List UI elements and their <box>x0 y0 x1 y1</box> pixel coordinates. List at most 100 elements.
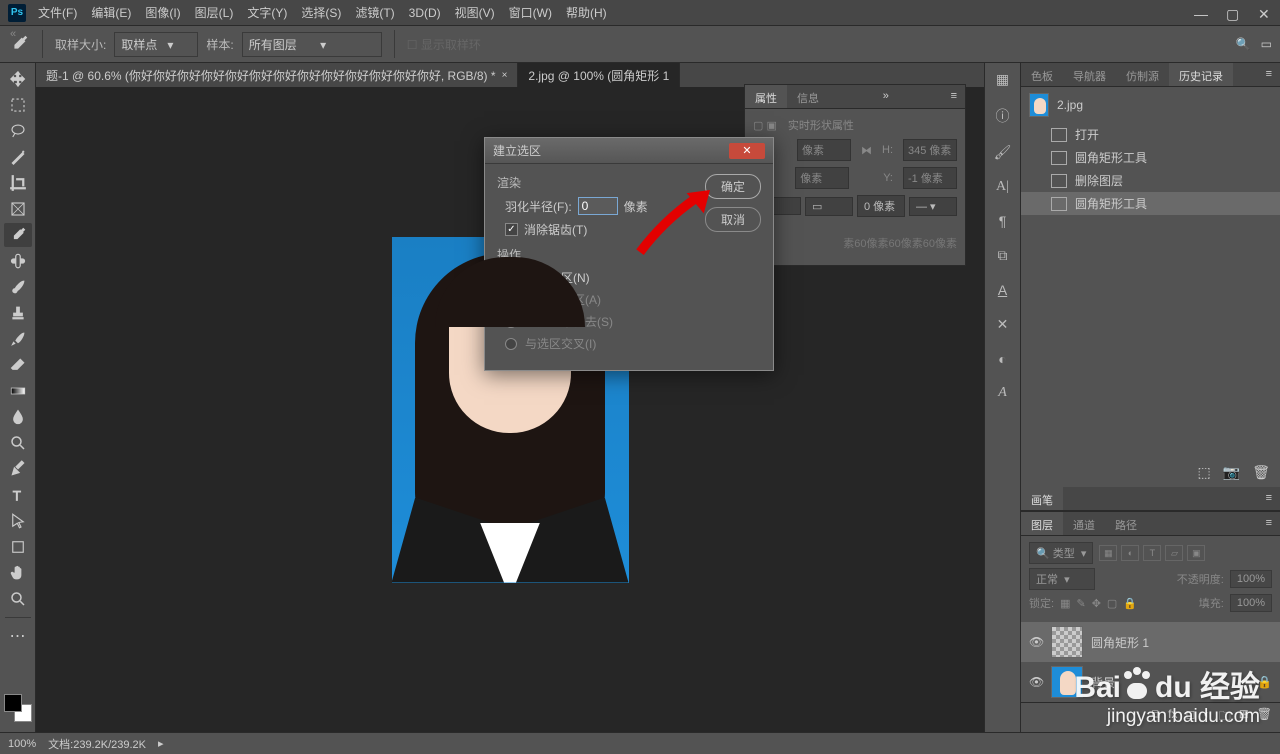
brush-tool[interactable] <box>4 275 32 299</box>
shape-tool[interactable] <box>4 535 32 559</box>
panel-menu-icon[interactable]: ≡ <box>1258 63 1280 86</box>
menu-3d[interactable]: 3D(D) <box>409 6 441 20</box>
tab-close-icon[interactable]: × <box>502 70 508 81</box>
minimize-icon[interactable]: — <box>1194 6 1208 20</box>
dialog-close-button[interactable]: ✕ <box>729 143 765 159</box>
tab-history[interactable]: 历史记录 <box>1169 63 1233 86</box>
lock-all-icon[interactable]: 🔒 <box>1123 597 1137 610</box>
doc-tab-1[interactable]: 题-1 @ 60.6% (你好你好你好你好你好你好你好你好你好你好你好你好你好,… <box>36 63 518 87</box>
show-ring-checkbox[interactable]: ☐ 显示取样环 <box>407 36 481 53</box>
feather-input[interactable] <box>578 197 618 215</box>
type-tool[interactable]: T <box>4 483 32 507</box>
lock-pixels-icon[interactable]: ▦ <box>1060 597 1070 610</box>
history-item[interactable]: 删除图层 <box>1021 169 1280 192</box>
menu-view[interactable]: 视图(V) <box>455 4 495 21</box>
lock-move-icon[interactable]: ✥ <box>1092 597 1101 610</box>
maximize-icon[interactable]: ▢ <box>1226 6 1240 20</box>
tab-clone[interactable]: 仿制源 <box>1116 63 1169 86</box>
blend-mode-select[interactable]: 正常 ▾ <box>1029 568 1095 590</box>
heal-tool[interactable] <box>4 249 32 273</box>
glyph-icon[interactable]: A <box>998 282 1007 298</box>
crop-tool[interactable] <box>4 171 32 195</box>
3d-icon[interactable]: ▦ <box>996 71 1009 88</box>
stroke-style[interactable]: — ▾ <box>909 197 957 216</box>
zoom-tool[interactable] <box>4 587 32 611</box>
tab-layers[interactable]: 图层 <box>1021 512 1063 535</box>
menu-text[interactable]: 文字(Y) <box>247 4 287 21</box>
dodge-tool[interactable] <box>4 431 32 455</box>
hand-tool[interactable] <box>4 561 32 585</box>
cancel-button[interactable]: 取消 <box>705 207 761 232</box>
pen-tool[interactable] <box>4 457 32 481</box>
blur-tool[interactable] <box>4 405 32 429</box>
tab-properties[interactable]: 属性 <box>745 85 787 108</box>
para-icon[interactable]: ¶ <box>999 213 1007 229</box>
history-item[interactable]: 打开 <box>1021 123 1280 146</box>
new-snapshot-icon[interactable]: ⬚ <box>1198 464 1211 481</box>
visibility-icon[interactable]: 👁 <box>1029 635 1043 649</box>
status-arrow-icon[interactable]: ▸ <box>158 737 164 750</box>
sample-size-select[interactable]: 取样点 ▾ <box>114 32 198 57</box>
opacity-value[interactable]: 100% <box>1230 570 1272 588</box>
brush-mini-icon[interactable]: 🖌 <box>994 144 1012 161</box>
info-icon[interactable]: ⓘ <box>996 106 1010 126</box>
close-icon[interactable]: ✕ <box>1258 6 1272 20</box>
cc-icon[interactable]: ◐ <box>998 351 1006 367</box>
tab-swatches[interactable]: 色板 <box>1021 63 1063 86</box>
eraser-tool[interactable] <box>4 353 32 377</box>
fill-value[interactable]: 100% <box>1230 594 1272 612</box>
marquee-tool[interactable] <box>4 93 32 117</box>
zoom-level[interactable]: 100% <box>8 738 36 750</box>
path-select-tool[interactable] <box>4 509 32 533</box>
tab-navigator[interactable]: 导航器 <box>1063 63 1116 86</box>
workspace-icon[interactable]: ▭ <box>1261 37 1272 51</box>
filter-adjust-icon[interactable]: ◐ <box>1121 545 1139 561</box>
stamp-tool[interactable] <box>4 301 32 325</box>
wand-tool[interactable] <box>4 145 32 169</box>
stroke-color[interactable]: ▭ <box>805 197 853 216</box>
menu-window[interactable]: 窗口(W) <box>509 4 552 21</box>
y-field[interactable]: -1 像素 <box>903 167 957 189</box>
history-thumb[interactable] <box>1029 93 1049 117</box>
x-field[interactable]: 像素 <box>795 167 849 189</box>
gradient-tool[interactable] <box>4 379 32 403</box>
style-icon[interactable]: A <box>998 385 1007 401</box>
menu-help[interactable]: 帮助(H) <box>566 4 607 21</box>
filter-shape-icon[interactable]: ▱ <box>1165 545 1183 561</box>
lock-artboard-icon[interactable]: ▢ <box>1107 597 1117 610</box>
lock-brush-icon[interactable]: ✎ <box>1076 597 1085 610</box>
layer-item[interactable]: 👁 圆角矩形 1 <box>1021 622 1280 662</box>
move-tool[interactable] <box>4 67 32 91</box>
color-swatch[interactable] <box>4 694 32 722</box>
filter-type-icon[interactable]: T <box>1143 545 1161 561</box>
history-item[interactable]: 圆角矩形工具 <box>1021 146 1280 169</box>
layer-thumb[interactable] <box>1051 626 1083 658</box>
filter-pixel-icon[interactable]: ▦ <box>1099 545 1117 561</box>
antialias-checkbox[interactable]: ✓ <box>505 223 518 236</box>
tab-channels[interactable]: 通道 <box>1063 512 1105 535</box>
tab-brushes[interactable]: 画笔 <box>1021 487 1063 510</box>
filter-smart-icon[interactable]: ▣ <box>1187 545 1205 561</box>
history-item[interactable]: 圆角矩形工具 <box>1021 192 1280 215</box>
ok-button[interactable]: 确定 <box>705 174 761 199</box>
panel-menu-icon[interactable]: ≡ <box>943 85 965 108</box>
menu-image[interactable]: 图像(I) <box>145 4 180 21</box>
collapse-icon[interactable]: » <box>875 85 897 108</box>
edit-toolbar[interactable]: ⋯ <box>4 624 32 648</box>
tab-paths[interactable]: 路径 <box>1105 512 1147 535</box>
lasso-tool[interactable] <box>4 119 32 143</box>
frame-tool[interactable] <box>4 197 32 221</box>
tab-info[interactable]: 信息 <box>787 85 829 108</box>
eyedropper-tool[interactable] <box>4 223 32 247</box>
camera-icon[interactable]: 📷 <box>1223 464 1240 481</box>
layer-name[interactable]: 圆角矩形 1 <box>1091 634 1149 651</box>
stroke-width[interactable]: 0 像素 <box>857 195 905 217</box>
adjust-icon[interactable]: ✕ <box>997 316 1009 333</box>
char-icon[interactable]: A| <box>996 179 1009 195</box>
menu-filter[interactable]: 滤镜(T) <box>355 4 394 21</box>
flyout-handle[interactable]: « <box>10 28 16 40</box>
sample-select[interactable]: 所有图层 ▾ <box>242 32 382 57</box>
panel-menu-icon[interactable]: ≡ <box>1258 512 1280 535</box>
menu-edit[interactable]: 编辑(E) <box>91 4 131 21</box>
history-brush-tool[interactable] <box>4 327 32 351</box>
